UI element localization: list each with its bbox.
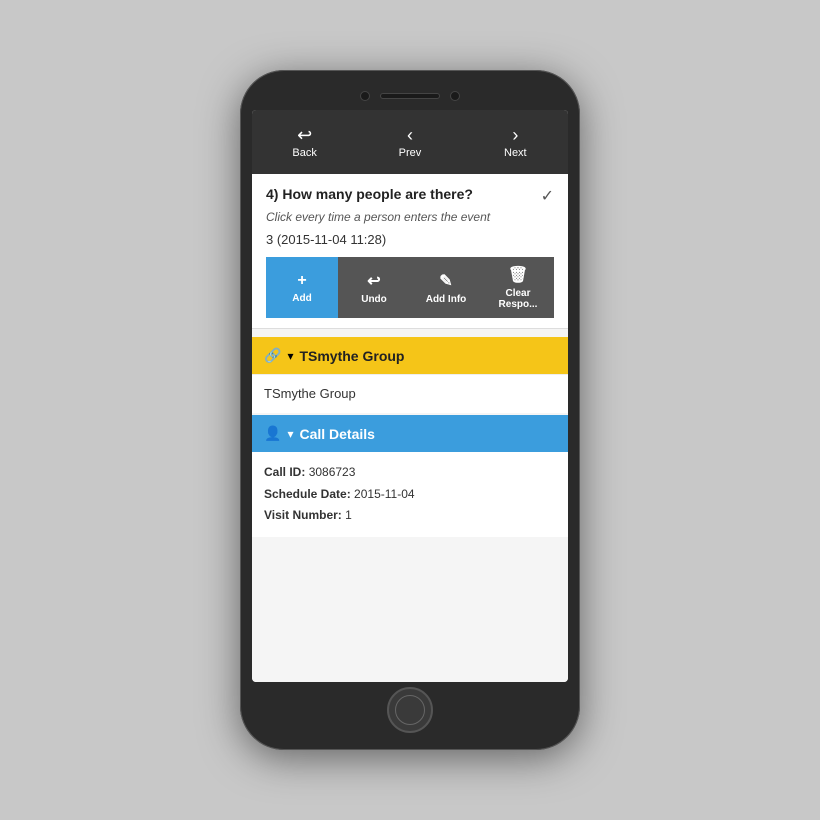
- add-info-button[interactable]: ✎ Add Info: [410, 257, 482, 318]
- home-button-inner: [395, 695, 425, 725]
- toolbar: ↩ Back ‹ Prev › Next: [252, 110, 568, 174]
- schedule-date-value: 2015-11-04: [354, 487, 415, 501]
- schedule-date-row: Schedule Date: 2015-11-04: [264, 484, 556, 506]
- add-info-label: Add Info: [426, 294, 467, 305]
- link-icon: 🔗: [264, 347, 281, 364]
- clear-button[interactable]: 🗑 Clear Respo...: [482, 257, 554, 318]
- phone-speaker: [380, 93, 440, 99]
- action-buttons: + Add ↩ Undo ✎ Add Info 🗑 Clear Respo...: [266, 257, 554, 318]
- phone-bottom: [387, 682, 433, 738]
- back-label: Back: [292, 147, 316, 159]
- clear-label: Clear Respo...: [486, 288, 550, 310]
- call-id-label: Call ID:: [264, 465, 305, 479]
- question-checkmark: ✓: [541, 186, 554, 206]
- add-info-icon: ✎: [439, 271, 452, 291]
- content-area: 4) How many people are there? ✓ Click ev…: [252, 174, 568, 682]
- question-header: 4) How many people are there? ✓: [266, 186, 554, 206]
- next-button[interactable]: › Next: [463, 110, 568, 174]
- phone-top-bar: [252, 82, 568, 110]
- home-button[interactable]: [387, 687, 433, 733]
- group-subrow: TSmythe Group: [252, 374, 568, 413]
- call-details-label: Call Details: [299, 426, 374, 442]
- phone-screen: ↩ Back ‹ Prev › Next 4) How many people …: [252, 110, 568, 682]
- call-id-row: Call ID: 3086723: [264, 462, 556, 484]
- call-details-chevron-icon: ▾: [287, 427, 293, 441]
- group-header[interactable]: 🔗 ▾ TSmythe Group: [252, 337, 568, 374]
- undo-label: Undo: [361, 294, 387, 305]
- group-chevron-icon: ▾: [287, 349, 293, 363]
- call-details-header[interactable]: 👤 ▾ Call Details: [252, 415, 568, 452]
- add-button[interactable]: + Add: [266, 257, 338, 318]
- back-icon: ↩: [297, 126, 312, 144]
- group-name: TSmythe Group: [299, 348, 404, 364]
- visit-number-label: Visit Number:: [264, 508, 342, 522]
- next-icon: ›: [512, 126, 518, 144]
- phone-device: ↩ Back ‹ Prev › Next 4) How many people …: [240, 70, 580, 750]
- call-id-value: 3086723: [309, 465, 356, 479]
- prev-button[interactable]: ‹ Prev: [357, 110, 462, 174]
- instruction-text: Click every time a person enters the eve…: [266, 210, 554, 224]
- prev-icon: ‹: [407, 126, 413, 144]
- schedule-date-label: Schedule Date:: [264, 487, 351, 501]
- prev-label: Prev: [399, 147, 422, 159]
- visit-number-value: 1: [345, 508, 352, 522]
- back-button[interactable]: ↩ Back: [252, 110, 357, 174]
- call-details-body: Call ID: 3086723 Schedule Date: 2015-11-…: [252, 452, 568, 537]
- question-section: 4) How many people are there? ✓ Click ev…: [252, 174, 568, 329]
- timestamp-text: 3 (2015-11-04 11:28): [266, 232, 554, 247]
- undo-button[interactable]: ↩ Undo: [338, 257, 410, 318]
- visit-number-row: Visit Number: 1: [264, 505, 556, 527]
- add-icon: +: [297, 272, 306, 290]
- add-label: Add: [292, 293, 311, 304]
- phone-camera: [360, 91, 370, 101]
- clear-icon: 🗑: [508, 265, 528, 285]
- phone-camera-right: [450, 91, 460, 101]
- group-subrow-text: TSmythe Group: [264, 386, 356, 401]
- question-text: 4) How many people are there?: [266, 186, 533, 202]
- call-details-person-icon: 👤: [264, 425, 281, 442]
- undo-icon: ↩: [367, 271, 380, 291]
- next-label: Next: [504, 147, 527, 159]
